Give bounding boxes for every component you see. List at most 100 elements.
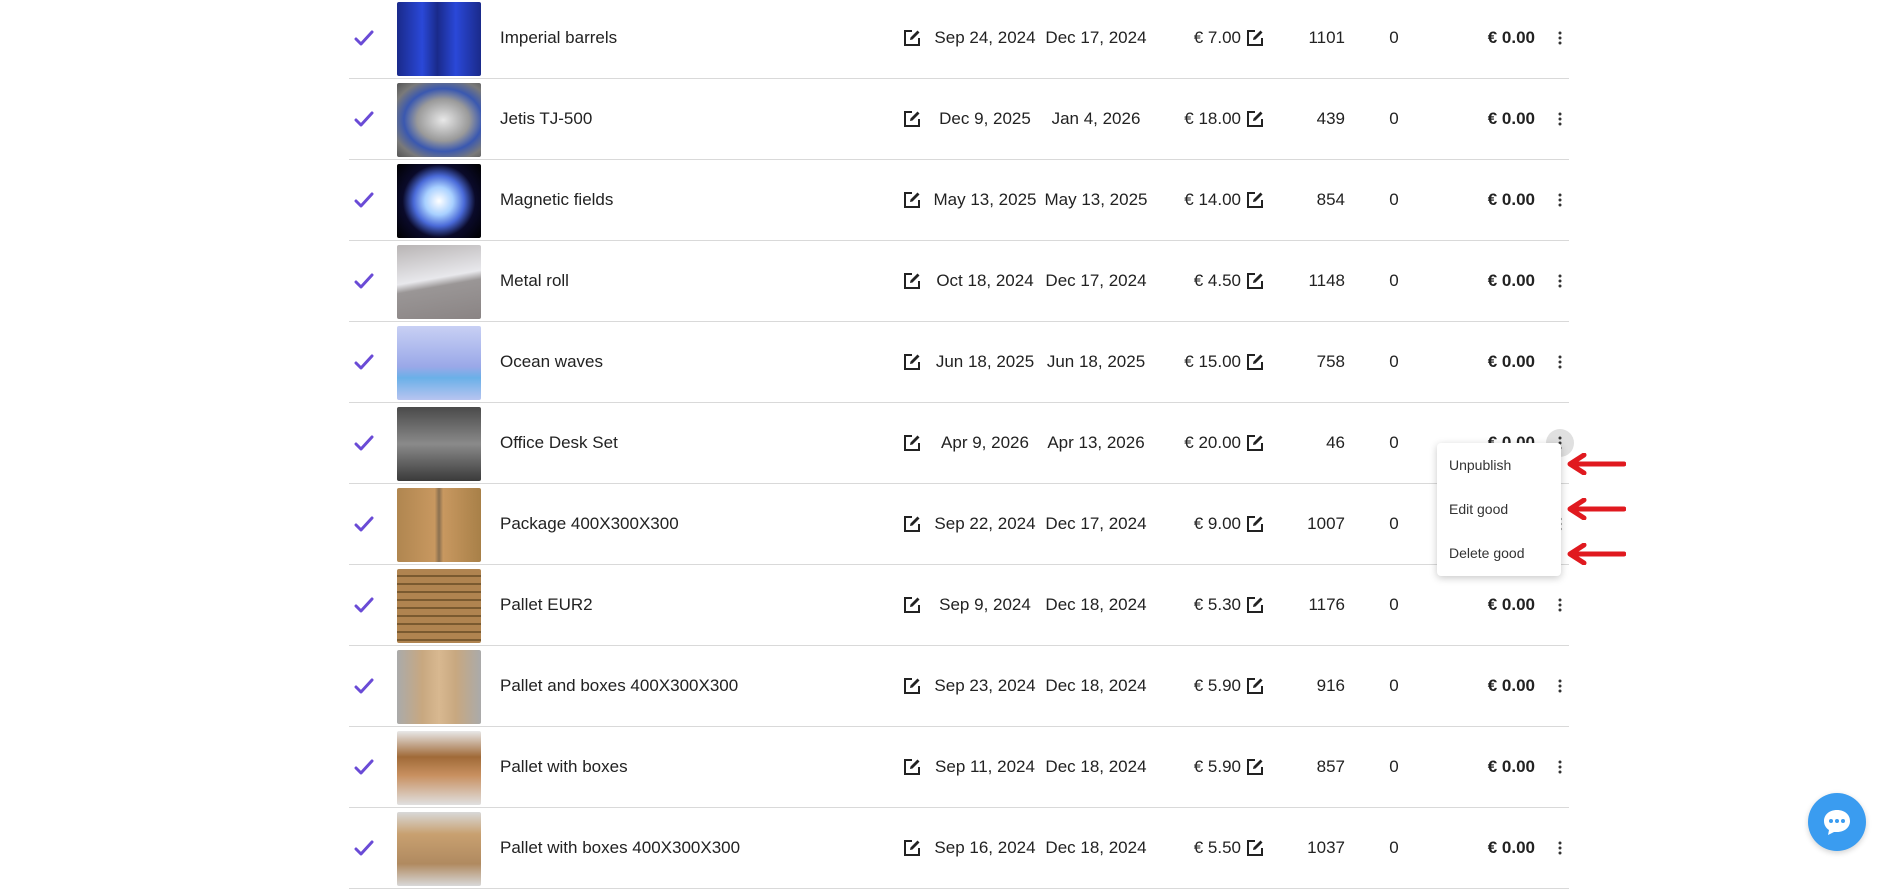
price: € 20.00 <box>1184 433 1241 452</box>
price: € 4.50 <box>1193 271 1241 290</box>
edit-icon[interactable] <box>1244 0 1266 78</box>
sold-count: 0 <box>1389 271 1399 290</box>
stock-count: 46 <box>1326 433 1345 452</box>
sold-count: 0 <box>1389 595 1399 614</box>
product-name: Metal roll <box>500 271 569 290</box>
sold-count: 0 <box>1389 352 1399 371</box>
check-icon <box>349 403 379 483</box>
chat-button[interactable] <box>1808 793 1866 851</box>
sold-count: 0 <box>1389 433 1399 452</box>
total-amount: € 0.00 <box>1487 838 1535 857</box>
table-row: Jetis TJ-500 Dec 9, 2025 Jan 4, 2026 € 18.0… <box>349 79 1569 160</box>
menu-item-unpublish[interactable]: Unpublish <box>1437 443 1561 487</box>
edit-icon[interactable] <box>901 565 923 645</box>
created-date: Jun 18, 2025 <box>935 352 1035 371</box>
stock-count: 1148 <box>1308 271 1345 290</box>
edit-icon[interactable] <box>1244 646 1266 726</box>
edit-icon[interactable] <box>901 79 923 159</box>
edit-icon[interactable] <box>901 403 923 483</box>
created-date: May 13, 2025 <box>933 190 1037 209</box>
more-vertical-icon[interactable] <box>1546 24 1574 52</box>
table-row: Pallet with boxes Sep 11, 2024 Dec 18, 202… <box>349 727 1569 808</box>
edit-icon[interactable] <box>901 484 923 564</box>
menu-item-edit-good[interactable]: Edit good <box>1437 487 1561 531</box>
updated-date: May 13, 2025 <box>1044 190 1148 209</box>
more-vertical-icon[interactable] <box>1546 834 1574 862</box>
table-row: Ocean waves Jun 18, 2025 Jun 18, 2025 € 15.… <box>349 322 1569 403</box>
check-icon <box>349 79 379 159</box>
stock-count: 916 <box>1316 676 1345 695</box>
price: € 18.00 <box>1184 109 1241 128</box>
stock-count: 1176 <box>1308 595 1345 614</box>
check-icon <box>349 484 379 564</box>
product-name: Package 400X300X300 <box>500 514 679 533</box>
product-thumbnail <box>397 164 481 238</box>
total-amount: € 0.00 <box>1487 109 1535 128</box>
edit-icon[interactable] <box>1244 727 1266 807</box>
product-thumbnail <box>397 812 481 886</box>
created-date: Dec 9, 2025 <box>939 109 1031 128</box>
edit-icon[interactable] <box>1244 403 1266 483</box>
edit-icon[interactable] <box>1244 322 1266 402</box>
updated-date: Dec 18, 2024 <box>1045 595 1147 614</box>
edit-icon[interactable] <box>901 808 923 888</box>
table-row: Pallet and boxes 400X300X300 Sep 23, 2024… <box>349 646 1569 727</box>
created-date: Sep 16, 2024 <box>934 838 1036 857</box>
price: € 5.30 <box>1193 595 1241 614</box>
more-vertical-icon[interactable] <box>1546 672 1574 700</box>
arrow-left-icon <box>1567 543 1626 565</box>
updated-date: Dec 17, 2024 <box>1045 271 1147 290</box>
price: € 5.50 <box>1193 838 1241 857</box>
arrow-left-icon <box>1567 498 1626 520</box>
arrow-left-icon <box>1567 453 1626 475</box>
stock-count: 857 <box>1316 757 1345 776</box>
stock-count: 758 <box>1316 352 1345 371</box>
more-vertical-icon[interactable] <box>1546 267 1574 295</box>
edit-icon[interactable] <box>1244 160 1266 240</box>
created-date: Apr 9, 2026 <box>941 433 1029 452</box>
sold-count: 0 <box>1389 757 1399 776</box>
price: € 5.90 <box>1193 757 1241 776</box>
row-actions-menu: Unpublish Edit good Delete good <box>1437 443 1561 576</box>
edit-icon[interactable] <box>1244 808 1266 888</box>
sold-count: 0 <box>1389 28 1399 47</box>
product-name: Jetis TJ-500 <box>500 109 593 128</box>
sold-count: 0 <box>1389 676 1399 695</box>
edit-icon[interactable] <box>901 160 923 240</box>
stock-count: 1101 <box>1308 28 1345 47</box>
sold-count: 0 <box>1389 109 1399 128</box>
check-icon <box>349 565 379 645</box>
more-vertical-icon[interactable] <box>1546 591 1574 619</box>
price: € 5.90 <box>1193 676 1241 695</box>
created-date: Sep 22, 2024 <box>934 514 1036 533</box>
product-thumbnail <box>397 407 481 481</box>
updated-date: Dec 18, 2024 <box>1045 757 1147 776</box>
more-vertical-icon[interactable] <box>1546 105 1574 133</box>
edit-icon[interactable] <box>901 241 923 321</box>
more-vertical-icon[interactable] <box>1546 186 1574 214</box>
table-row: Pallet EUR2 Sep 9, 2024 Dec 18, 2024 € 5.30… <box>349 565 1569 646</box>
product-name: Pallet EUR2 <box>500 595 593 614</box>
check-icon <box>349 808 379 888</box>
check-icon <box>349 727 379 807</box>
price: € 15.00 <box>1184 352 1241 371</box>
edit-icon[interactable] <box>901 727 923 807</box>
check-icon <box>349 0 379 78</box>
menu-item-delete-good[interactable]: Delete good <box>1437 531 1561 575</box>
more-vertical-icon[interactable] <box>1546 348 1574 376</box>
updated-date: Jun 18, 2025 <box>1046 352 1146 371</box>
edit-icon[interactable] <box>901 0 923 78</box>
total-amount: € 0.00 <box>1487 676 1535 695</box>
edit-icon[interactable] <box>1244 79 1266 159</box>
sold-count: 0 <box>1389 514 1399 533</box>
edit-icon[interactable] <box>1244 241 1266 321</box>
more-vertical-icon[interactable] <box>1546 753 1574 781</box>
edit-icon[interactable] <box>901 646 923 726</box>
product-name: Pallet with boxes <box>500 757 628 776</box>
total-amount: € 0.00 <box>1487 595 1535 614</box>
edit-icon[interactable] <box>901 322 923 402</box>
edit-icon[interactable] <box>1244 484 1266 564</box>
edit-icon[interactable] <box>1244 565 1266 645</box>
product-name: Ocean waves <box>500 352 603 371</box>
product-thumbnail <box>397 326 481 400</box>
